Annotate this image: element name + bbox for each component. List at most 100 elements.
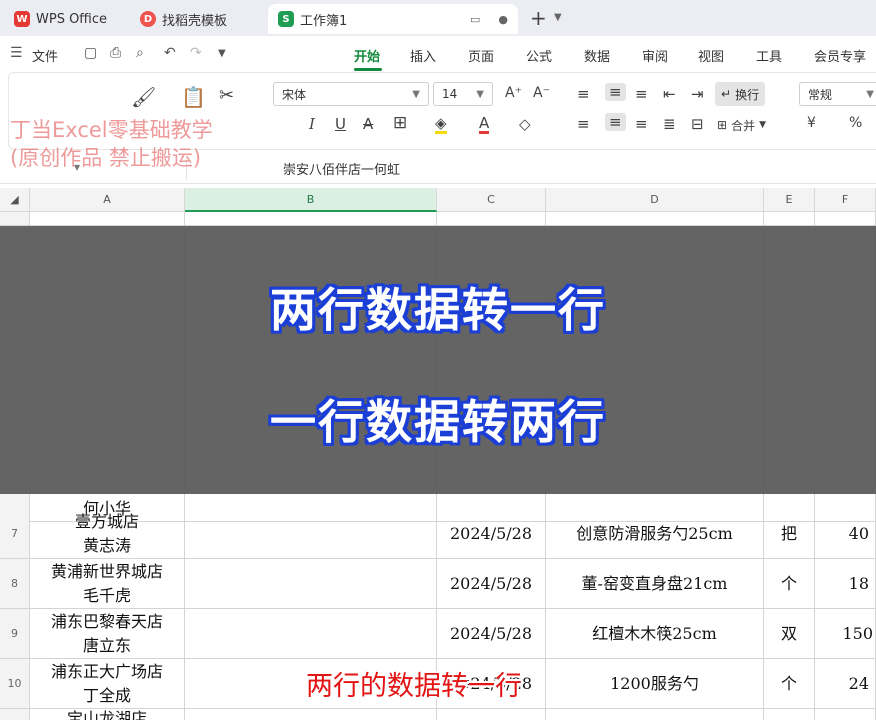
- redo-icon[interactable]: ↷: [190, 45, 202, 61]
- menu-insert[interactable]: 插入: [410, 46, 436, 65]
- column-header-f[interactable]: F: [815, 188, 876, 212]
- menu-review[interactable]: 审阅: [642, 46, 668, 65]
- column-header-a[interactable]: A: [30, 188, 185, 212]
- tab-wps-office[interactable]: W WPS Office: [4, 4, 124, 34]
- cell-c[interactable]: [437, 709, 546, 720]
- column-header-c[interactable]: C: [437, 188, 546, 212]
- cell-b[interactable]: [185, 609, 437, 658]
- select-all-corner[interactable]: ◢: [0, 188, 30, 212]
- font-color-icon[interactable]: A: [479, 115, 490, 134]
- cell-c[interactable]: 2024/5/28: [437, 559, 546, 608]
- cell-b[interactable]: [185, 509, 437, 558]
- menu-member[interactable]: 会员专享: [814, 46, 866, 65]
- formula-input[interactable]: 崇安八佰伴店一何虹: [186, 156, 876, 180]
- cell-e[interactable]: 个: [764, 559, 815, 608]
- cell-b[interactable]: [185, 559, 437, 608]
- menu-home[interactable]: 开始: [354, 46, 380, 65]
- menu-formula[interactable]: 公式: [526, 46, 552, 65]
- quick-access-chevron-icon[interactable]: ▼: [218, 48, 226, 59]
- cell-f[interactable]: [815, 709, 876, 720]
- tab-docer-templates[interactable]: D 找稻壳模板: [130, 4, 260, 34]
- cell-c[interactable]: 2024/5/28: [437, 509, 546, 558]
- menu-view[interactable]: 视图: [698, 46, 724, 65]
- row-number[interactable]: 8: [0, 559, 30, 608]
- fill-color-icon[interactable]: ◈: [435, 115, 447, 134]
- cell-d[interactable]: 红檀木木筷25cm: [546, 609, 764, 658]
- strikethrough-icon[interactable]: A: [363, 115, 373, 133]
- row-number[interactable]: 10: [0, 659, 30, 708]
- print-icon[interactable]: ⎙: [110, 45, 121, 61]
- justify-icon[interactable]: ≣: [663, 115, 676, 133]
- menu-tools[interactable]: 工具: [756, 46, 782, 65]
- row-number[interactable]: 7: [0, 509, 30, 558]
- menu-file[interactable]: 文件: [32, 46, 58, 65]
- cell-f[interactable]: 150: [815, 609, 876, 658]
- wrap-text-button[interactable]: ↵ 换行: [715, 82, 766, 106]
- number-format-select[interactable]: 常规 ▼: [799, 82, 876, 106]
- decrease-font-icon[interactable]: A⁻: [533, 85, 550, 101]
- clear-format-icon[interactable]: ◇: [519, 115, 531, 133]
- column-header-e[interactable]: E: [764, 188, 815, 212]
- column-header-b[interactable]: B: [185, 188, 437, 212]
- cell-a[interactable]: 浦东正大广场店 丁全成: [30, 659, 185, 708]
- menu-page[interactable]: 页面: [468, 46, 494, 65]
- font-size-select[interactable]: 14 ▼: [433, 82, 493, 106]
- cell-b[interactable]: [185, 212, 437, 225]
- align-middle-icon[interactable]: ≡: [605, 83, 626, 101]
- cell-c[interactable]: 2024/5/28: [437, 609, 546, 658]
- cell-a[interactable]: 浦东巴黎春天店 唐立东: [30, 609, 185, 658]
- tab-close-dot-icon[interactable]: ●: [498, 13, 508, 26]
- merge-button[interactable]: ⊞ 合并 ▼: [717, 113, 766, 137]
- new-tab-button[interactable]: +: [530, 6, 547, 30]
- align-left-icon[interactable]: ≡: [577, 115, 590, 133]
- cell-d[interactable]: 董-窑变直身盘21cm: [546, 559, 764, 608]
- cut-icon[interactable]: ✂: [219, 85, 234, 106]
- cell-a[interactable]: 宝山龙湖店: [30, 709, 185, 720]
- cell-e[interactable]: 个: [764, 659, 815, 708]
- save-icon[interactable]: ▢: [84, 45, 97, 61]
- align-top-icon[interactable]: ≡: [577, 85, 590, 103]
- cell-d[interactable]: [546, 709, 764, 720]
- align-bottom-icon[interactable]: ≡: [635, 85, 648, 103]
- chevron-down-icon[interactable]: ▼: [554, 12, 562, 23]
- currency-button[interactable]: ¥: [807, 115, 816, 131]
- percent-button[interactable]: %: [849, 115, 862, 131]
- italic-icon[interactable]: I: [309, 115, 315, 133]
- cell-a[interactable]: [30, 212, 185, 225]
- cell-f[interactable]: 24: [815, 659, 876, 708]
- tab-display-icon[interactable]: ▭: [470, 13, 480, 26]
- cell-f[interactable]: [815, 212, 876, 225]
- cell-a[interactable]: 黄浦新世界城店 毛千虎: [30, 559, 185, 608]
- menu-data[interactable]: 数据: [584, 46, 610, 65]
- cell-f[interactable]: 18: [815, 559, 876, 608]
- font-name-select[interactable]: 宋体 ▼: [273, 82, 429, 106]
- row-number[interactable]: [0, 212, 30, 225]
- align-center-icon[interactable]: ≡: [605, 113, 626, 131]
- format-painter-icon[interactable]: 🖌: [131, 85, 156, 109]
- paste-icon[interactable]: 📋: [181, 85, 206, 109]
- cell-c[interactable]: [437, 212, 546, 225]
- menu-hamburger-icon[interactable]: ☰: [10, 45, 23, 61]
- undo-icon[interactable]: ↶: [164, 45, 176, 61]
- cell-d[interactable]: 创意防滑服务勺25cm: [546, 509, 764, 558]
- cell-b[interactable]: [185, 709, 437, 720]
- cell-d[interactable]: 1200服务勺: [546, 659, 764, 708]
- column-header-d[interactable]: D: [546, 188, 764, 212]
- row-number[interactable]: 9: [0, 609, 30, 658]
- cell-e[interactable]: 双: [764, 609, 815, 658]
- cell-e[interactable]: [764, 709, 815, 720]
- tab-workbook[interactable]: S 工作簿1 ▭ ●: [268, 4, 518, 34]
- cell-d[interactable]: [546, 212, 764, 225]
- print-preview-icon[interactable]: ⌕: [136, 45, 144, 61]
- cell-a[interactable]: 壹方城店 黄志涛: [30, 509, 185, 558]
- border-icon[interactable]: ⊞: [393, 113, 407, 133]
- indent-left-icon[interactable]: ⇤: [663, 85, 676, 103]
- cell-e[interactable]: [764, 212, 815, 225]
- underline-icon[interactable]: U: [335, 115, 346, 133]
- cell-e[interactable]: 把: [764, 509, 815, 558]
- increase-font-icon[interactable]: A⁺: [505, 85, 522, 101]
- align-right-icon[interactable]: ≡: [635, 115, 648, 133]
- cell-f[interactable]: 40: [815, 509, 876, 558]
- indent-right-icon[interactable]: ⇥: [691, 85, 704, 103]
- row-number[interactable]: [0, 709, 30, 720]
